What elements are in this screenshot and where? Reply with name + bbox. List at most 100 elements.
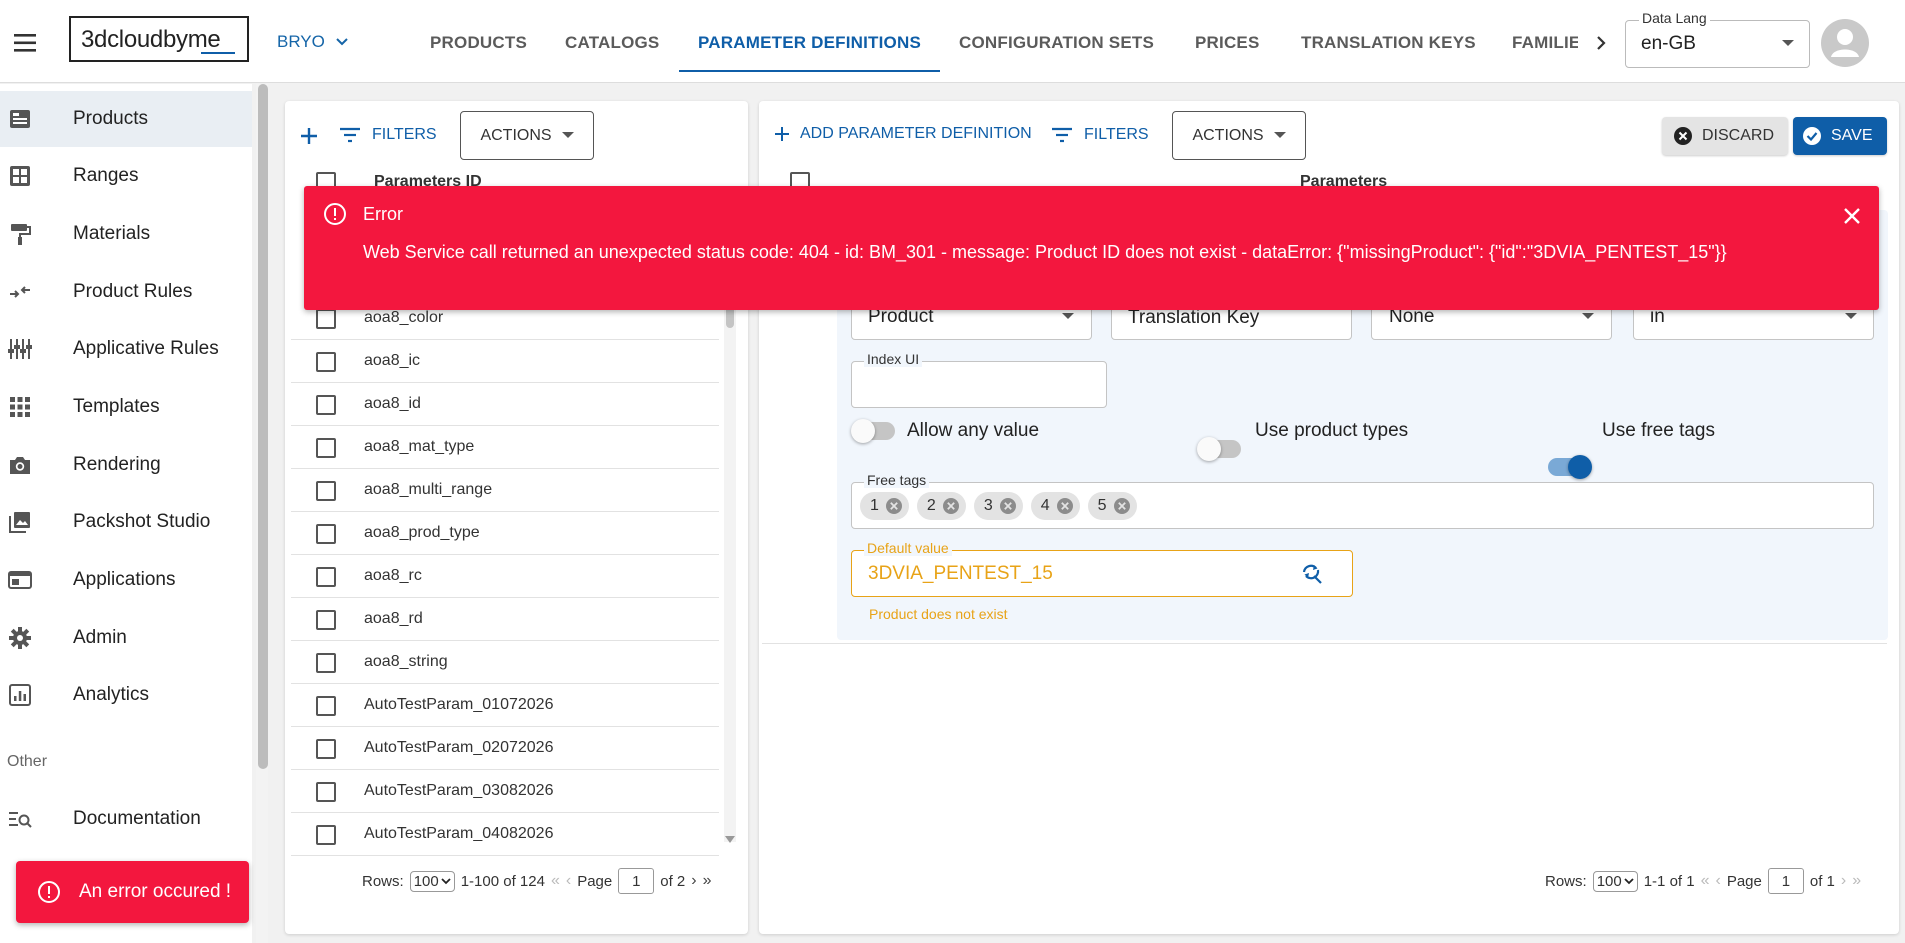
sidebar-item-products[interactable]: Products [0, 91, 252, 147]
table-row[interactable]: aoa8_ic [291, 340, 719, 383]
row-checkbox[interactable] [316, 825, 336, 845]
sidebar-item-analytics[interactable]: Analytics [0, 667, 252, 723]
error-title: Error [363, 204, 403, 224]
sidebar-item-ranges[interactable]: Ranges [0, 148, 252, 204]
add-parameter-definition-button[interactable]: ADD PARAMETER DEFINITION [774, 125, 1032, 143]
add-icon[interactable] [297, 124, 321, 148]
chevron-right-icon[interactable] [1591, 33, 1611, 53]
sidebar-item-label: Ranges [73, 165, 139, 186]
actions-button[interactable]: ACTIONS [460, 111, 594, 160]
table-row[interactable]: aoa8_mat_type [291, 426, 719, 469]
last-page-icon[interactable]: » [1852, 872, 1861, 890]
right-pagination: Rows: 100 1-1 of 1 « ‹ Page 1 of 1 › » [1545, 868, 1861, 894]
prev-page-icon[interactable]: ‹ [1716, 872, 1721, 890]
table-row[interactable]: AutoTestParam_03082026 [291, 770, 719, 813]
list-scrollbar[interactable] [724, 298, 736, 842]
menu-icon[interactable] [12, 30, 40, 56]
table-row[interactable]: aoa8_rd [291, 598, 719, 641]
rows-per-page-select[interactable]: 100 [409, 870, 455, 892]
parameter-id: aoa8_multi_range [364, 481, 493, 498]
table-row[interactable]: aoa8_rc [291, 555, 719, 598]
caret-down-icon [1845, 313, 1857, 319]
first-page-icon[interactable]: « [1701, 872, 1710, 890]
row-checkbox[interactable] [316, 653, 336, 673]
tab-parameter-definitions[interactable]: PARAMETER DEFINITIONS [698, 33, 921, 53]
tab-products[interactable]: PRODUCTS [430, 33, 527, 53]
tab-catalogs[interactable]: CATALOGS [565, 33, 659, 53]
rows-label: Rows: [1545, 872, 1587, 890]
rows-per-page-select[interactable]: 100 [1592, 870, 1638, 892]
table-row[interactable]: aoa8_id [291, 383, 719, 426]
sidebar-item-rendering[interactable]: Rendering [0, 437, 252, 493]
use-free-tags-toggle[interactable] [1548, 455, 1592, 479]
sidebar-scrollbar-thumb[interactable] [258, 84, 268, 769]
row-checkbox[interactable] [316, 782, 336, 802]
right-filters-button[interactable]: FILTERS [1050, 125, 1149, 145]
discard-button[interactable]: DISCARD [1662, 117, 1788, 155]
search-refresh-icon[interactable] [1300, 562, 1324, 586]
chevron-down-icon [441, 878, 451, 885]
row-checkbox[interactable] [316, 567, 336, 587]
free-tags-label: Free tags [864, 472, 930, 488]
chevron-down-icon [336, 38, 348, 46]
row-checkbox[interactable] [316, 481, 336, 501]
row-checkbox[interactable] [316, 610, 336, 630]
sidebar-item-packshot-studio[interactable]: Packshot Studio [0, 494, 252, 550]
table-row[interactable]: aoa8_prod_type [291, 512, 719, 555]
page-input[interactable]: 1 [1767, 868, 1804, 894]
sidebar-item-applicative-rules[interactable]: Applicative Rules [0, 321, 252, 377]
sidebar-item-product-rules[interactable]: Product Rules [0, 264, 252, 320]
remove-tag-icon[interactable] [885, 497, 903, 515]
row-checkbox[interactable] [316, 524, 336, 544]
sidebar-item-templates[interactable]: Templates [0, 379, 252, 435]
row-checkbox[interactable] [316, 309, 336, 329]
use-product-types-toggle[interactable] [1197, 437, 1241, 461]
remove-tag-icon[interactable] [1056, 497, 1074, 515]
next-page-icon[interactable]: › [691, 872, 696, 890]
parameter-id: aoa8_color [364, 309, 444, 326]
table-row[interactable]: aoa8_multi_range [291, 469, 719, 512]
last-page-icon[interactable]: » [703, 872, 712, 890]
parameter-id: aoa8_rc [364, 567, 422, 584]
filters-button[interactable]: FILTERS [338, 125, 437, 145]
row-checkbox[interactable] [316, 395, 336, 415]
close-icon[interactable] [1842, 206, 1862, 226]
avatar[interactable] [1821, 19, 1869, 67]
save-button[interactable]: SAVE [1793, 117, 1887, 155]
row-checkbox[interactable] [316, 438, 336, 458]
remove-tag-icon[interactable] [942, 497, 960, 515]
first-page-icon[interactable]: « [551, 872, 560, 890]
index-ui-field[interactable] [851, 361, 1107, 408]
tab-prices[interactable]: PRICES [1195, 33, 1260, 53]
data-lang-value: en-GB [1641, 33, 1696, 54]
sidebar-item-admin[interactable]: Admin [0, 610, 252, 666]
page-label: Page [577, 872, 613, 890]
tab-families[interactable]: FAMILIE [1512, 33, 1578, 53]
next-page-icon[interactable]: › [1841, 872, 1846, 890]
parameter-id: AutoTestParam_02072026 [364, 739, 554, 756]
table-row[interactable]: AutoTestParam_04082026 [291, 813, 719, 856]
app-logo[interactable]: 3dcloudbyme [69, 16, 249, 62]
remove-tag-icon[interactable] [999, 497, 1017, 515]
sidebar-item-applications[interactable]: Applications [0, 552, 252, 608]
page-input[interactable]: 1 [618, 868, 655, 894]
sidebar-item-documentation[interactable]: Documentation [0, 791, 252, 847]
row-checkbox[interactable] [316, 352, 336, 372]
remove-tag-icon[interactable] [1113, 497, 1131, 515]
allow-any-value-toggle[interactable] [851, 419, 895, 443]
tab-configuration-sets[interactable]: CONFIGURATION SETS [959, 33, 1154, 53]
rows-label: Rows: [362, 872, 404, 890]
right-actions-button[interactable]: ACTIONS [1172, 111, 1306, 160]
table-row[interactable]: AutoTestParam_02072026 [291, 727, 719, 770]
row-checkbox[interactable] [316, 739, 336, 759]
prev-page-icon[interactable]: ‹ [566, 872, 571, 890]
tab-translation-keys[interactable]: TRANSLATION KEYS [1301, 33, 1476, 53]
brand-selector[interactable]: BRYO [277, 32, 349, 52]
table-row[interactable]: AutoTestParam_01072026 [291, 684, 719, 727]
row-checkbox[interactable] [316, 696, 336, 716]
sidebar-item-label: Admin [73, 627, 127, 648]
tag-chip: 4 [1030, 492, 1080, 520]
table-row[interactable]: aoa8_string [291, 641, 719, 684]
sidebar-item-materials[interactable]: Materials [0, 206, 252, 262]
scroll-down-icon[interactable] [724, 835, 736, 845]
